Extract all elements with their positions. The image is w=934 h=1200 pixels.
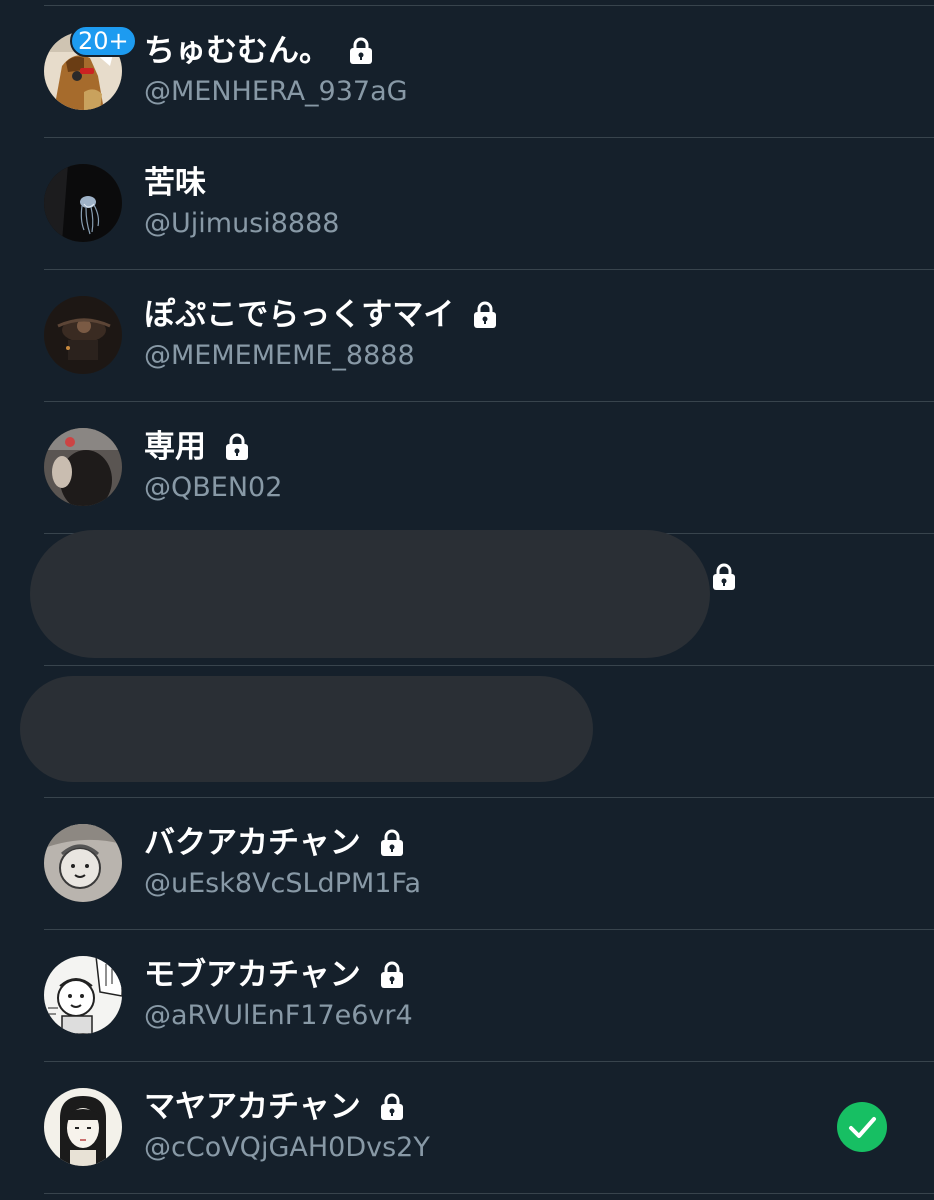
- account-row[interactable]: 苦味 @Ujimusi8888: [44, 138, 934, 270]
- lock-icon: [380, 1093, 403, 1120]
- account-switcher-screen: 20+ ちゅむむん。 @MENHERA_937aG 苦味 @Ujimusi888…: [0, 0, 934, 1200]
- display-name: モブアカチャン: [144, 957, 361, 993]
- handle: @QBEN02: [144, 472, 283, 503]
- lock-icon: [380, 829, 403, 856]
- avatar: [44, 164, 122, 242]
- display-name: 苦味: [144, 165, 206, 201]
- redaction-mask: [30, 530, 710, 658]
- handle: @MEMEMEME_8888: [144, 340, 415, 371]
- check-circle-icon: [837, 1102, 887, 1152]
- display-name: ちゅむむん。: [144, 33, 330, 69]
- handle: @Ujimusi8888: [144, 208, 340, 239]
- account-text: ちゅむむん。 @MENHERA_937aG: [144, 30, 408, 110]
- avatar: [44, 296, 122, 374]
- handle: @aRVUlEnF17e6vr4: [144, 1000, 413, 1031]
- account-list: 20+ ちゅむむん。 @MENHERA_937aG 苦味 @Ujimusi888…: [0, 6, 934, 1194]
- lock-icon: [713, 563, 735, 590]
- display-name: バクアカチャン: [144, 825, 361, 861]
- account-text: マヤアカチャン @cCoVQjGAH0Dvs2Y: [144, 1086, 430, 1166]
- display-name: 専用: [144, 429, 206, 465]
- lock-icon: [380, 961, 403, 988]
- display-name: ぽぷこでらっくすマイ: [144, 297, 455, 333]
- account-text: ぽぷこでらっくすマイ @MEMEMEME_8888: [144, 294, 500, 374]
- handle: @cCoVQjGAH0Dvs2Y: [144, 1132, 430, 1163]
- account-row-redacted[interactable]: [30, 530, 934, 666]
- account-row[interactable]: バクアカチャン @uEsk8VcSLdPM1Fa: [44, 798, 934, 930]
- account-text: 苦味 @Ujimusi8888: [144, 162, 339, 242]
- display-name: マヤアカチャン: [144, 1089, 361, 1125]
- account-text: バクアカチャン @uEsk8VcSLdPM1Fa: [144, 822, 421, 902]
- avatar: [44, 428, 122, 506]
- handle: @uEsk8VcSLdPM1Fa: [144, 868, 422, 899]
- avatar: [44, 824, 122, 902]
- notification-badge: 20+: [70, 25, 137, 57]
- redaction-mask: [20, 676, 593, 782]
- lock-icon: [350, 37, 372, 64]
- account-row[interactable]: 専用 @QBEN02: [44, 402, 934, 534]
- avatar: [44, 1088, 122, 1166]
- account-text: 専用 @QBEN02: [144, 426, 282, 506]
- handle: @MENHERA_937aG: [144, 76, 408, 107]
- lock-icon: [474, 301, 497, 328]
- account-row[interactable]: ぽぷこでらっくすマイ @MEMEMEME_8888: [44, 270, 934, 402]
- avatar: [44, 956, 122, 1034]
- account-row[interactable]: 20+ ちゅむむん。 @MENHERA_937aG: [44, 6, 934, 138]
- account-row[interactable]: モブアカチャン @aRVUlEnF17e6vr4: [44, 930, 934, 1062]
- account-text: モブアカチャン @aRVUlEnF17e6vr4: [144, 954, 413, 1034]
- account-row-redacted[interactable]: [20, 666, 934, 798]
- lock-icon: [226, 433, 248, 460]
- account-row[interactable]: マヤアカチャン @cCoVQjGAH0Dvs2Y: [44, 1062, 934, 1194]
